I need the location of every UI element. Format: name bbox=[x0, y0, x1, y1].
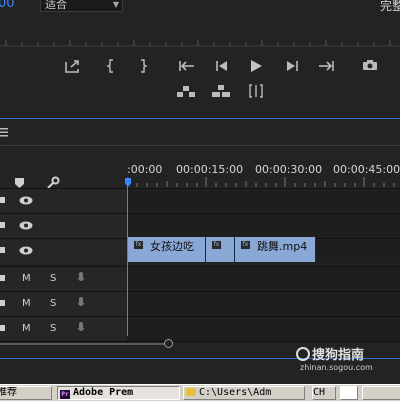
clip[interactable]: fx 女孩边吃 bbox=[128, 237, 206, 262]
fit-zoom-value: 适合 bbox=[45, 0, 67, 11]
play-button[interactable] bbox=[246, 59, 266, 77]
video-track-2 bbox=[0, 213, 400, 238]
taskbar-item[interactable]: 推荐 bbox=[0, 386, 52, 400]
audio-track-header bbox=[0, 292, 126, 316]
zoom-scrollbar-track[interactable] bbox=[0, 343, 170, 345]
track-output-icon[interactable] bbox=[0, 298, 6, 308]
panel-menu-icon[interactable] bbox=[0, 128, 8, 137]
language-indicator[interactable]: CH bbox=[312, 386, 336, 400]
taskbar-item-label: CH bbox=[313, 387, 326, 398]
video-track-lane[interactable] bbox=[127, 214, 400, 238]
track-output-icon[interactable] bbox=[0, 195, 6, 205]
tray-area bbox=[362, 386, 400, 400]
export-frame-camera-button[interactable] bbox=[360, 59, 380, 77]
mark-in-button[interactable] bbox=[101, 59, 121, 77]
ruler-label-45: 00:00:45:00 bbox=[333, 163, 400, 176]
monitor-time-ruler[interactable] bbox=[0, 22, 400, 48]
audio-track-1 bbox=[0, 266, 400, 291]
audio-track-lane[interactable] bbox=[127, 267, 400, 291]
mark-out-icon bbox=[141, 59, 148, 73]
microphone-icon[interactable] bbox=[77, 297, 85, 309]
solo-button[interactable]: S bbox=[50, 298, 56, 310]
watermark-url: zhinan.sogou.com bbox=[300, 363, 373, 372]
go-to-in-button[interactable] bbox=[177, 59, 197, 77]
track-output-icon[interactable] bbox=[0, 273, 6, 283]
audio-track-3 bbox=[0, 316, 400, 341]
taskbar-item-label: 推荐 bbox=[0, 387, 17, 398]
export-frame-button[interactable] bbox=[63, 59, 83, 77]
watermark-logo: 搜狗指南 bbox=[296, 344, 364, 363]
taskbar-item-premiere[interactable]: Pr Adobe Prem bbox=[57, 386, 180, 400]
audio-track-2 bbox=[0, 291, 400, 316]
extract-button[interactable] bbox=[211, 84, 231, 102]
premiere-icon: Pr bbox=[60, 390, 70, 399]
folder-icon bbox=[186, 388, 196, 396]
microphone-icon[interactable] bbox=[77, 272, 85, 284]
video-track-lane[interactable] bbox=[127, 189, 400, 213]
audio-track-lane[interactable] bbox=[127, 292, 400, 316]
eye-icon[interactable] bbox=[19, 246, 33, 255]
microphone-icon[interactable] bbox=[77, 322, 85, 334]
step-forward-icon bbox=[287, 61, 298, 71]
taskbar-item-label: C:\Users\Adm bbox=[199, 387, 272, 398]
eye-icon[interactable] bbox=[19, 221, 33, 230]
export-frame-icon bbox=[65, 60, 79, 73]
go-to-out-icon bbox=[319, 61, 334, 71]
taskbar-item-explorer[interactable]: C:\Users\Adm bbox=[183, 386, 305, 400]
extract-icon bbox=[212, 85, 230, 97]
step-forward-button[interactable] bbox=[282, 59, 302, 77]
track-output-icon[interactable] bbox=[0, 323, 6, 333]
video-track-3 bbox=[0, 188, 400, 213]
lift-icon bbox=[177, 86, 195, 97]
track-output-icon[interactable] bbox=[0, 220, 6, 230]
mute-button[interactable]: M bbox=[22, 323, 31, 335]
panel-header-divider bbox=[0, 145, 400, 146]
go-to-in-icon bbox=[179, 61, 194, 71]
timecode-display[interactable]: 00 bbox=[0, 0, 15, 11]
mute-button[interactable]: M bbox=[22, 298, 31, 310]
clip[interactable]: fx bbox=[206, 237, 235, 262]
clip-name: 跳舞.mp4 bbox=[257, 240, 308, 253]
ruler-ticks bbox=[127, 177, 395, 187]
ruler-label-30: 00:00:30:00 bbox=[255, 163, 323, 176]
mark-in-icon bbox=[106, 59, 113, 73]
fx-badge-icon: fx bbox=[212, 241, 221, 249]
marker-icon[interactable] bbox=[15, 178, 24, 188]
trim-button[interactable] bbox=[246, 84, 266, 102]
fit-zoom-dropdown[interactable]: 适合 ▼ bbox=[40, 0, 123, 12]
camera-icon bbox=[363, 60, 377, 70]
clip[interactable]: fx 跳舞.mp4 bbox=[235, 237, 316, 262]
audio-track-lane[interactable] bbox=[127, 317, 400, 341]
play-icon bbox=[251, 60, 262, 72]
ruler-label-15: 00:00:15:00 bbox=[176, 163, 244, 176]
step-back-button[interactable] bbox=[212, 59, 232, 77]
playback-resolution-dropdown[interactable]: 完整 bbox=[380, 0, 400, 14]
mark-out-button[interactable] bbox=[133, 59, 153, 77]
watermark-text: 搜狗指南 bbox=[312, 348, 365, 363]
clip-name: 女孩边吃 bbox=[150, 240, 194, 253]
track-area-bottom bbox=[0, 341, 400, 342]
audio-track-header bbox=[0, 267, 126, 291]
lift-button[interactable] bbox=[176, 84, 196, 102]
sogou-logo-icon bbox=[296, 347, 310, 361]
track-output-icon[interactable] bbox=[0, 245, 6, 255]
eye-icon[interactable] bbox=[19, 196, 33, 205]
chevron-down-icon: ▼ bbox=[112, 0, 119, 9]
zoom-scrollbar-handle[interactable] bbox=[164, 339, 173, 348]
audio-track-header bbox=[0, 317, 126, 341]
step-back-icon bbox=[216, 61, 227, 71]
ruler-label-0: :00:00 bbox=[127, 163, 163, 176]
mute-button[interactable]: M bbox=[22, 273, 31, 285]
panel-focus-divider bbox=[0, 118, 400, 119]
solo-button[interactable]: S bbox=[50, 273, 56, 285]
solo-button[interactable]: S bbox=[50, 323, 56, 335]
fx-badge-icon: fx bbox=[134, 241, 143, 249]
go-to-out-button[interactable] bbox=[316, 59, 336, 77]
trim-icon bbox=[249, 84, 263, 98]
taskbar-item-label: Adobe Prem bbox=[73, 387, 134, 398]
program-monitor bbox=[0, 0, 400, 118]
fx-badge-icon: fx bbox=[241, 241, 250, 249]
ime-icon[interactable] bbox=[340, 386, 358, 400]
playhead-line[interactable] bbox=[127, 186, 128, 336]
